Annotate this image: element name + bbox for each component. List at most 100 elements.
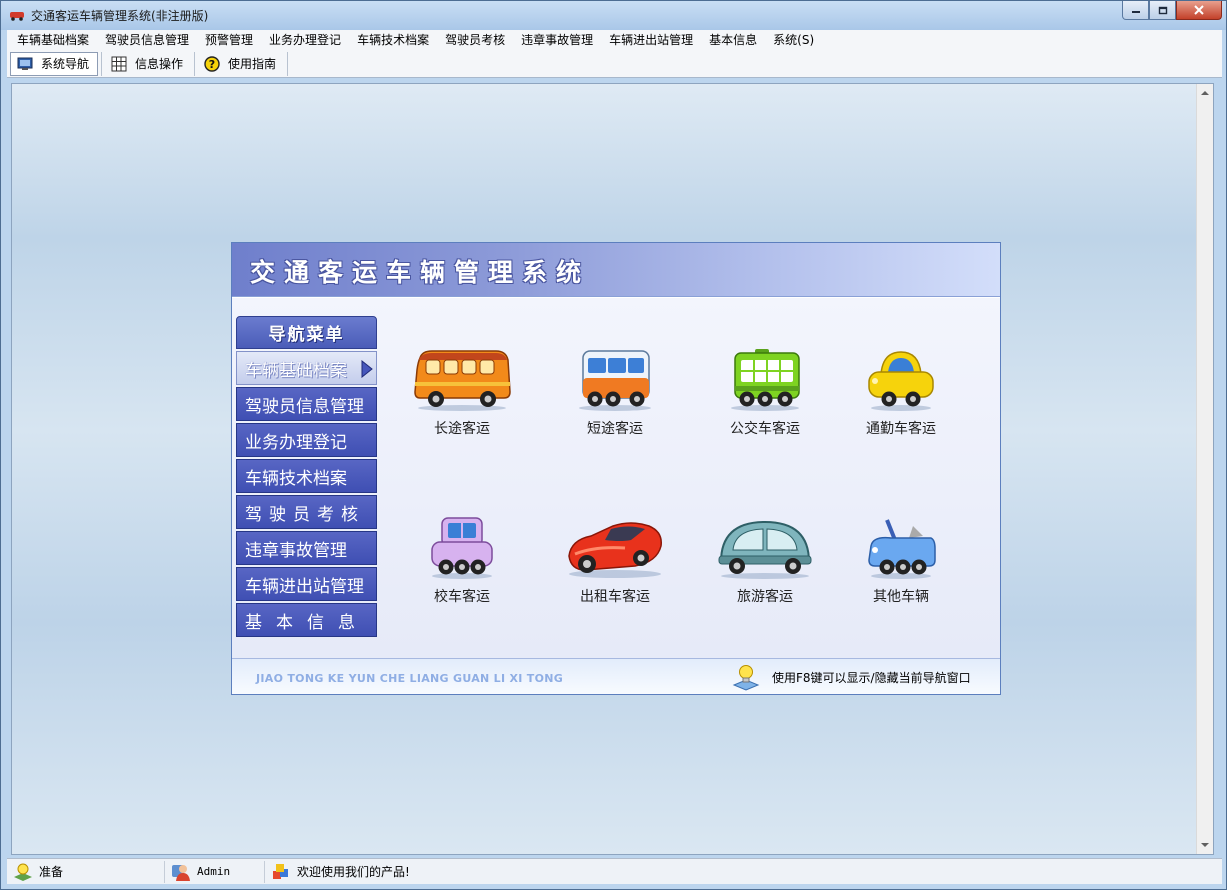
nav-item-label: 驾驶员考核 (245, 504, 365, 525)
commuter-car-icon (868, 351, 934, 411)
footer-pinyin: JIAO TONG KE YUN CHE LIANG GUAN LI XI TO… (256, 672, 564, 685)
minimize-button[interactable] (1122, 1, 1149, 20)
window-controls (1122, 1, 1222, 21)
monitor-icon (17, 56, 33, 72)
menu-business-registration[interactable]: 业务办理登记 (261, 30, 349, 50)
grid-icon (111, 56, 127, 72)
menu-bar: 车辆基础档案 驾驶员信息管理 预警管理 业务办理登记 车辆技术档案 驾驶员考核 … (7, 30, 1222, 50)
nav-item-label: 驾驶员信息管理 (245, 396, 364, 417)
nav-item-vehicle-archive[interactable]: 车辆基础档案 (236, 351, 377, 385)
footer-hint: 使用F8键可以显示/隐藏当前导航窗口 (772, 671, 971, 685)
nav-header: 交通客运车辆管理系统 (232, 243, 1000, 297)
nav-item-label: 车辆进出站管理 (245, 576, 364, 597)
nav-body: 导航菜单 车辆基础档案 驾驶员信息管理 业务办理登记 车辆技术档案 驾驶员考核 … (232, 297, 1000, 658)
title-bar[interactable]: 交通客运车辆管理系统(非注册版) (1, 1, 1226, 30)
menu-station-entry-exit[interactable]: 车辆进出站管理 (601, 30, 701, 50)
menu-violation-accident[interactable]: 违章事故管理 (513, 30, 601, 50)
vehicle-long-distance[interactable]: 长途客运 (402, 348, 522, 438)
nav-title: 交通客运车辆管理系统 (250, 258, 591, 287)
sports-car-icon (568, 522, 662, 578)
nav-item-driver-assessment[interactable]: 驾驶员考核 (236, 495, 377, 529)
status-welcome: 欢迎使用我们的产品! (265, 861, 565, 883)
status-welcome-text: 欢迎使用我们的产品! (297, 865, 410, 879)
lightbulb-icon (732, 665, 760, 691)
menu-vehicle-tech-archive[interactable]: 车辆技术档案 (349, 30, 437, 50)
tab-user-guide[interactable]: ? 使用指南 (198, 52, 284, 76)
help-icon: ? (204, 55, 220, 72)
tab-user-guide-label: 使用指南 (228, 57, 277, 71)
status-user: Admin (165, 860, 265, 883)
tab-info-operation[interactable]: 信息操作 (105, 52, 191, 76)
vertical-scrollbar[interactable] (1196, 84, 1213, 854)
tab-system-navigation[interactable]: 系统导航 (10, 51, 99, 76)
nav-menu-header: 导航菜单 (236, 316, 377, 349)
city-bus-icon (731, 349, 800, 411)
status-bar: 准备 Admin 欢迎使用我们的产品! (7, 858, 1222, 884)
chevron-right-icon (361, 360, 373, 378)
close-icon (1194, 5, 1204, 15)
cubes-icon (271, 863, 291, 881)
restore-icon (1158, 6, 1167, 15)
nav-item-label: 违章事故管理 (245, 540, 347, 561)
nav-item-label: 业务办理登记 (245, 432, 347, 453)
app-window: 交通客运车辆管理系统(非注册版) 车辆基础档案 驾驶员信息管理 预警管理 业务办… (0, 0, 1227, 890)
minimize-icon (1131, 11, 1140, 13)
close-button[interactable] (1176, 1, 1222, 20)
vehicle-label: 其他车辆 (873, 589, 929, 605)
scroll-up-icon[interactable] (1201, 91, 1209, 95)
nav-item-label: 基本信息 (245, 612, 369, 633)
status-ready-text: 准备 (39, 865, 64, 879)
nav-item-station-entry-exit[interactable]: 车辆进出站管理 (236, 567, 377, 601)
vehicle-label: 长途客运 (434, 421, 490, 437)
shuttle-bus-icon (579, 350, 651, 411)
school-bus-icon (431, 517, 493, 579)
convertible-car-icon (868, 519, 936, 579)
vehicle-other[interactable]: 其他车辆 (841, 516, 961, 606)
maximize-button[interactable] (1149, 1, 1176, 20)
nav-item-label: 车辆技术档案 (245, 468, 347, 489)
nav-item-driver-info[interactable]: 驾驶员信息管理 (236, 387, 377, 421)
vehicle-label: 校车客运 (434, 589, 490, 605)
vehicle-tourism[interactable]: 旅游客运 (705, 516, 825, 606)
toolbar-separator (194, 51, 196, 76)
vehicle-label: 旅游客运 (737, 589, 793, 605)
toolbar: 系统导航 信息操作 ? 使用指南 (7, 50, 1222, 78)
nav-item-violation-accident[interactable]: 违章事故管理 (236, 531, 377, 565)
toolbar-separator (287, 51, 289, 76)
toolbar-separator (101, 51, 103, 76)
nav-menu: 导航菜单 车辆基础档案 驾驶员信息管理 业务办理登记 车辆技术档案 驾驶员考核 … (236, 316, 377, 637)
menu-driver-assessment[interactable]: 驾驶员考核 (437, 30, 513, 50)
vehicle-label: 出租车客运 (580, 589, 650, 605)
nav-item-business-registration[interactable]: 业务办理登记 (236, 423, 377, 457)
status-bulb-icon (13, 863, 33, 881)
vehicle-commuter[interactable]: 通勤车客运 (841, 348, 961, 438)
vehicle-label: 通勤车客运 (866, 421, 936, 437)
vehicle-public-bus[interactable]: 公交车客运 (705, 348, 825, 438)
menu-vehicle-archive[interactable]: 车辆基础档案 (9, 30, 97, 50)
client-area: 交通客运车辆管理系统 导航菜单 车辆基础档案 驾驶员信息管理 业务办理登记 车辆… (11, 83, 1214, 855)
tab-info-operation-label: 信息操作 (135, 57, 184, 71)
app-logo-icon (10, 12, 24, 21)
menu-warning[interactable]: 预警管理 (197, 30, 261, 50)
coach-bus-icon (414, 350, 511, 411)
status-ready: 准备 (7, 860, 165, 883)
window-title: 交通客运车辆管理系统(非注册版) (31, 9, 209, 23)
vehicle-school-bus[interactable]: 校车客运 (402, 516, 522, 606)
menu-basic-info[interactable]: 基本信息 (701, 30, 765, 50)
navigation-panel: 交通客运车辆管理系统 导航菜单 车辆基础档案 驾驶员信息管理 业务办理登记 车辆… (231, 242, 1001, 695)
menu-driver-info[interactable]: 驾驶员信息管理 (97, 30, 197, 50)
svg-text:?: ? (209, 58, 215, 71)
nav-item-basic-info[interactable]: 基本信息 (236, 603, 377, 637)
tour-car-icon (718, 520, 812, 579)
status-user-text: Admin (197, 865, 231, 878)
nav-footer: JIAO TONG KE YUN CHE LIANG GUAN LI XI TO… (232, 658, 1000, 694)
vehicle-label: 短途客运 (587, 421, 643, 437)
scroll-down-icon[interactable] (1201, 843, 1209, 847)
nav-item-label: 车辆基础档案 (245, 360, 347, 381)
menu-system[interactable]: 系统(S) (765, 30, 822, 50)
tab-system-navigation-label: 系统导航 (41, 57, 90, 71)
vehicle-short-distance[interactable]: 短途客运 (555, 348, 675, 438)
vehicle-label: 公交车客运 (730, 421, 800, 437)
vehicle-taxi[interactable]: 出租车客运 (555, 516, 675, 606)
nav-item-vehicle-tech-archive[interactable]: 车辆技术档案 (236, 459, 377, 493)
